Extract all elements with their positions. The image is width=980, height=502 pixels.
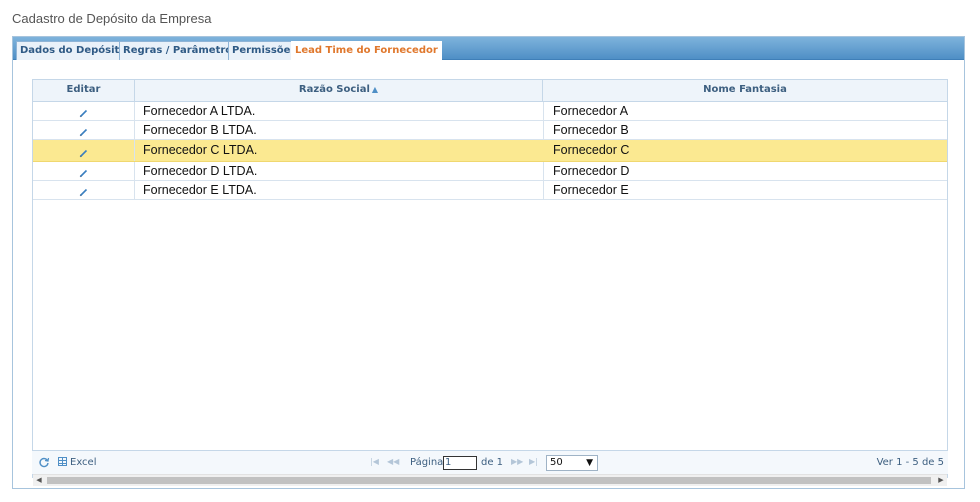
edit-cell xyxy=(33,162,135,180)
excel-label: Excel xyxy=(70,457,97,468)
scroll-left-icon[interactable]: ◀ xyxy=(33,475,45,486)
razao-social-cell: Fornecedor C LTDA. xyxy=(143,143,258,157)
tab-lead-time-fornecedor[interactable]: Lead Time do Fornecedor xyxy=(291,41,442,60)
grid-header: Editar Razão Social ▲ Nome Fantasia xyxy=(33,80,947,102)
nome-fantasia-cell: Fornecedor A xyxy=(553,104,629,118)
column-divider xyxy=(543,162,544,180)
pencil-icon[interactable] xyxy=(78,145,90,157)
scroll-right-icon[interactable]: ▶ xyxy=(935,475,947,486)
last-page-icon[interactable]: ▶| xyxy=(529,457,538,466)
supplier-grid: Editar Razão Social ▲ Nome Fantasia Forne… xyxy=(32,79,948,486)
refresh-icon[interactable] xyxy=(38,456,52,470)
page-title: Cadastro de Depósito da Empresa xyxy=(12,11,212,26)
pencil-icon[interactable] xyxy=(78,106,90,118)
nome-fantasia-cell: Fornecedor E xyxy=(553,183,629,197)
pencil-icon[interactable] xyxy=(78,166,90,178)
edit-cell xyxy=(33,140,135,161)
tab-dados-deposito[interactable]: Dados do Depósito xyxy=(16,41,131,60)
table-row[interactable]: Fornecedor A LTDA. Fornecedor A xyxy=(33,102,947,121)
horizontal-scrollbar[interactable]: ◀ ▶ xyxy=(33,474,947,486)
nome-fantasia-cell: Fornecedor C xyxy=(553,143,630,157)
table-row[interactable]: Fornecedor D LTDA. Fornecedor D xyxy=(33,162,947,181)
pencil-icon[interactable] xyxy=(78,185,90,197)
column-divider xyxy=(543,121,544,139)
page-size-select[interactable]: 50 ▼ xyxy=(546,455,598,471)
tab-bar: Dados do Depósito Regras / Parâmetros Pe… xyxy=(13,37,964,60)
page-total-label: de 1 xyxy=(481,457,504,468)
record-count: Ver 1 - 5 de 5 xyxy=(876,457,944,468)
next-page-icon[interactable]: ▶▶ xyxy=(511,457,523,466)
prev-page-icon[interactable]: ◀◀ xyxy=(387,457,399,466)
table-row[interactable]: Fornecedor E LTDA. Fornecedor E xyxy=(33,181,947,200)
column-header-razao-social[interactable]: Razão Social ▲ xyxy=(135,80,543,101)
tab-permissoes[interactable]: Permissões xyxy=(228,41,301,60)
grid-pager: Excel |◀ ◀◀ Página 1 de 1 ▶▶ ▶| 50 ▼ Ver … xyxy=(32,450,948,474)
page-label: Página xyxy=(410,457,444,468)
page-size-value: 50 xyxy=(550,457,563,468)
excel-export-button[interactable]: Excel xyxy=(58,457,97,468)
column-divider xyxy=(543,181,544,199)
razao-social-cell: Fornecedor A LTDA. xyxy=(143,104,256,118)
razao-social-cell: Fornecedor E LTDA. xyxy=(143,183,257,197)
table-row[interactable]: Fornecedor B LTDA. Fornecedor B xyxy=(33,121,947,140)
column-header-razao-label: Razão Social xyxy=(298,84,370,95)
tab-regras-parametros[interactable]: Regras / Parâmetros xyxy=(119,41,243,60)
page-number-input[interactable]: 1 xyxy=(443,456,477,470)
column-header-nome-fantasia[interactable]: Nome Fantasia xyxy=(543,80,947,101)
column-header-editar[interactable]: Editar xyxy=(33,80,135,101)
sort-asc-icon: ▲ xyxy=(371,85,379,94)
grid-empty-area xyxy=(33,201,947,439)
table-row-selected[interactable]: Fornecedor C LTDA. Fornecedor C xyxy=(33,140,947,162)
edit-cell xyxy=(33,181,135,199)
nome-fantasia-cell: Fornecedor B xyxy=(553,123,629,137)
nome-fantasia-cell: Fornecedor D xyxy=(553,164,630,178)
excel-icon xyxy=(58,457,67,466)
scrollbar-thumb[interactable] xyxy=(47,477,931,484)
razao-social-cell: Fornecedor D LTDA. xyxy=(143,164,258,178)
tab-panel: Dados do Depósito Regras / Parâmetros Pe… xyxy=(12,36,965,489)
edit-cell xyxy=(33,102,135,120)
first-page-icon[interactable]: |◀ xyxy=(370,457,379,466)
column-divider xyxy=(543,102,544,120)
edit-cell xyxy=(33,121,135,139)
chevron-down-icon: ▼ xyxy=(586,458,593,468)
razao-social-cell: Fornecedor B LTDA. xyxy=(143,123,257,137)
pencil-icon[interactable] xyxy=(78,125,90,137)
